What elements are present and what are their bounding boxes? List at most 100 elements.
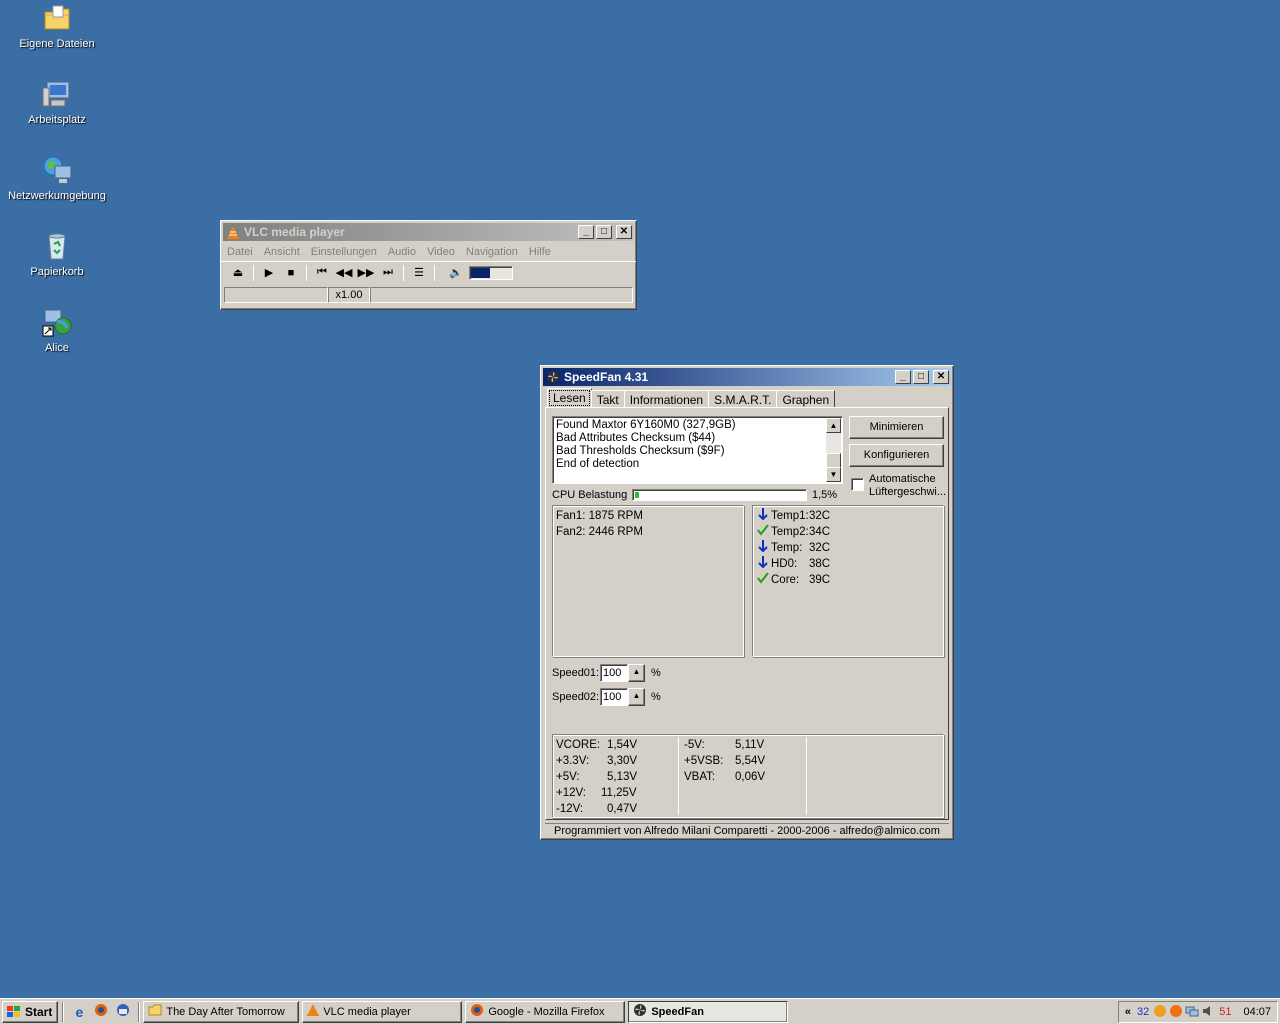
skip-forward-icon[interactable]: ⏭ — [377, 266, 399, 279]
menu-datei[interactable]: Datei — [227, 246, 253, 258]
status-cell-time — [370, 287, 633, 303]
temp-name: Temp: — [771, 542, 803, 554]
voltage-value: 5,13V — [607, 771, 638, 783]
clock[interactable]: 04:07 — [1243, 1006, 1271, 1018]
temp-value: 39C — [809, 574, 831, 586]
spinner-icon[interactable]: ▲ — [628, 688, 645, 706]
minimize-app-button[interactable]: Minimieren — [849, 416, 944, 439]
desktop-icon-papierkorb[interactable]: Papierkorb — [7, 230, 107, 278]
temp-list: Temp1: 32C Temp2: 34C Temp: 32C HD0: 38C — [753, 506, 943, 588]
start-label: Start — [25, 1004, 53, 1019]
close-button[interactable]: ✕ — [616, 225, 632, 239]
speedfan-titlebar[interactable]: SpeedFan 4.31 _ □ ✕ — [543, 368, 951, 386]
vlc-titlebar[interactable]: VLC media player _ □ ✕ — [223, 223, 634, 241]
task-explorer[interactable]: The Day After Tomorrow — [143, 1000, 300, 1023]
start-button[interactable]: Start — [2, 1000, 59, 1023]
log-line: Bad Thresholds Checksum ($9F) — [556, 445, 725, 457]
log-line: Found Maxtor 6Y160M0 (327,9GB) — [556, 419, 736, 431]
tray-temp-right[interactable]: 51 — [1219, 1006, 1231, 1018]
task-vlc[interactable]: VLC media player — [302, 1000, 463, 1023]
tab-takt[interactable]: Takt — [590, 390, 625, 408]
ie-icon[interactable]: e — [68, 1004, 90, 1020]
voltage-row: -12V: 0,47V — [556, 801, 674, 817]
menu-audio[interactable]: Audio — [388, 246, 416, 258]
eject-icon[interactable]: ⏏ — [227, 266, 249, 279]
desktop-icon-arbeitsplatz[interactable]: Arbeitsplatz — [7, 78, 107, 126]
thunderbird-icon[interactable] — [112, 1003, 134, 1020]
speed-label: Speed01: — [552, 667, 600, 679]
scroll-down-icon[interactable]: ▼ — [826, 467, 841, 482]
shortcut-icon — [41, 306, 73, 338]
tab-graphen[interactable]: Graphen — [776, 390, 836, 408]
checkmark-icon — [757, 524, 771, 540]
auto-fan-checkbox[interactable] — [851, 478, 864, 491]
voltage-divider — [678, 737, 679, 815]
skip-back-icon[interactable]: ⏮ — [311, 266, 333, 279]
tray-app-icon[interactable] — [1169, 1004, 1183, 1021]
maximize-button[interactable]: □ — [596, 225, 612, 239]
speaker-icon[interactable] — [1201, 1004, 1215, 1021]
temp-row: Core: 39C — [757, 572, 943, 588]
temp-row: Temp2: 34C — [757, 524, 943, 540]
rewind-icon[interactable]: ◀◀ — [333, 266, 355, 279]
tab-informationen[interactable]: Informationen — [623, 390, 710, 408]
fast-forward-icon[interactable]: ▶▶ — [355, 266, 377, 279]
auto-fan-label-line1: Automatische — [869, 473, 936, 485]
auto-fan-label-line2: Lüftergeschwi... — [869, 486, 947, 498]
stop-icon[interactable]: ■ — [280, 267, 302, 279]
cpu-label: CPU Belastung — [552, 489, 628, 501]
menu-navigation[interactable]: Navigation — [466, 246, 518, 258]
menu-hilfe[interactable]: Hilfe — [529, 246, 551, 258]
fan-list: Fan1: 1875 RPM Fan2: 2446 RPM — [553, 506, 743, 540]
scroll-up-icon[interactable]: ▲ — [826, 418, 841, 433]
voltage-row: +5VSB: 5,54V — [684, 753, 802, 769]
minimize-button[interactable]: _ — [895, 370, 911, 384]
speed01-input[interactable]: 100 — [600, 664, 628, 682]
spinner-icon[interactable]: ▲ — [628, 664, 645, 682]
tab-smart[interactable]: S.M.A.R.T. — [708, 390, 778, 408]
volume-slider[interactable] — [469, 265, 513, 280]
log-scrollbar[interactable]: ▲ ▼ — [826, 418, 841, 482]
speaker-icon[interactable]: 🔈 — [445, 266, 467, 279]
folder-icon — [41, 2, 73, 34]
fan-icon — [633, 1003, 647, 1020]
fan-reading: Fan1: 1875 RPM — [556, 510, 643, 522]
maximize-button[interactable]: □ — [913, 370, 929, 384]
voltage-name: VBAT: — [684, 771, 716, 783]
play-icon[interactable]: ▶ — [258, 266, 280, 279]
voltage-value: 5,11V — [735, 739, 765, 751]
playlist-icon[interactable]: ☰ — [408, 266, 430, 279]
speed02-input[interactable]: 100 — [600, 688, 628, 706]
desktop-icon-netzwerkumgebung[interactable]: Netzwerkumgebung — [7, 154, 107, 202]
firefox-icon[interactable] — [90, 1003, 112, 1020]
network-icon[interactable] — [1185, 1004, 1199, 1021]
temp-name: Core: — [771, 574, 800, 586]
chevron-left-icon[interactable]: « — [1125, 1006, 1131, 1018]
tab-lesen[interactable]: Lesen — [547, 388, 592, 408]
temp-name: HD0: — [771, 558, 798, 570]
taskbar: Start e The Day After Tomorrow VLC media… — [0, 998, 1280, 1024]
task-speedfan[interactable]: SpeedFan — [628, 1000, 789, 1023]
configure-button[interactable]: Konfigurieren — [849, 444, 944, 467]
menu-einstellungen[interactable]: Einstellungen — [311, 246, 377, 258]
detection-log[interactable]: Found Maxtor 6Y160M0 (327,9GB) Bad Attri… — [552, 416, 843, 484]
voltage-name: +3.3V: — [556, 755, 590, 767]
speed-unit: % — [651, 691, 661, 703]
desktop-icon-alice[interactable]: Alice — [7, 306, 107, 354]
minimize-button[interactable]: _ — [578, 225, 594, 239]
close-button[interactable]: ✕ — [933, 370, 949, 384]
temp-value: 34C — [809, 526, 831, 538]
task-firefox[interactable]: Google - Mozilla Firefox — [465, 1000, 626, 1023]
voltage-name: -5V: — [684, 739, 705, 751]
folder-icon — [148, 1004, 162, 1019]
taskbar-divider — [138, 1001, 141, 1022]
desktop-icon-eigene-dateien[interactable]: Eigene Dateien — [7, 2, 107, 50]
menu-video[interactable]: Video — [427, 246, 455, 258]
taskbar-divider — [62, 1001, 65, 1022]
tray-temp-left[interactable]: 32 — [1137, 1006, 1149, 1018]
speed02-row: Speed02: 100 ▲ % — [552, 687, 672, 707]
menu-ansicht[interactable]: Ansicht — [264, 246, 300, 258]
tray-app-icon[interactable] — [1153, 1004, 1167, 1021]
speedfan-tabs: Lesen Takt Informationen S.M.A.R.T. Grap… — [547, 388, 947, 408]
toolbar-separator — [403, 264, 404, 281]
